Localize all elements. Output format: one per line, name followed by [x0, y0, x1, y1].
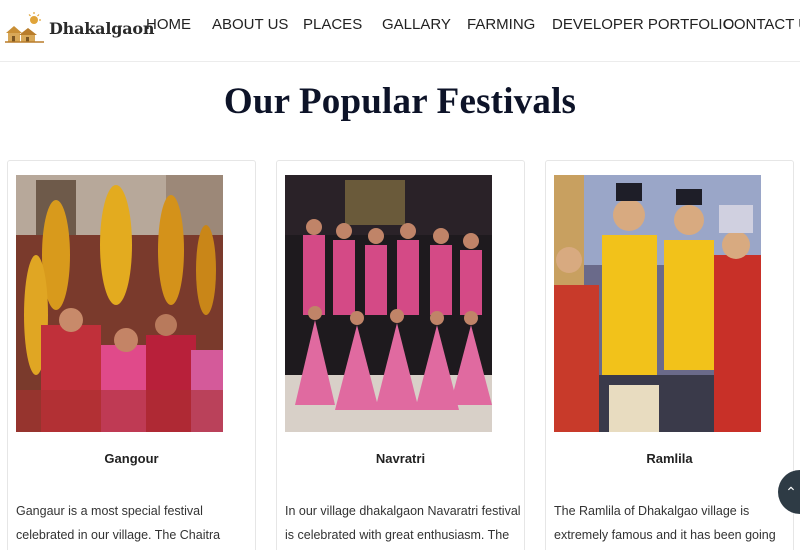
card-text: The Ramlila of Dhakalgao village is extr… [554, 504, 776, 542]
nav-about-us[interactable]: ABOUT US [212, 16, 288, 33]
nav-places[interactable]: PLACES [303, 16, 362, 33]
navbar: Dhakalgaon HOME ABOUT US PLACES GALLARY … [0, 0, 800, 62]
brand[interactable]: Dhakalgaon [4, 8, 154, 48]
nav-developer-portfolio[interactable]: DEVELOPER PORTFOLIO [552, 16, 734, 33]
card-text: In our village dhakalgaon Navaratri fest… [285, 504, 521, 542]
festival-card-ramlila[interactable]: Ramlila The Ramlila of Dhakalgao village… [545, 160, 794, 550]
chevron-up-icon: ⌃ [785, 483, 797, 500]
village-logo-icon [5, 12, 44, 43]
nav-home[interactable]: HOME [146, 16, 191, 33]
card-title: Gangour [104, 451, 159, 466]
brand-name: Dhakalgaon [49, 18, 155, 38]
festival-card-gangour[interactable]: Gangour Gangaur is a most special festiv… [7, 160, 256, 550]
section-title: Our Popular Festivals [223, 81, 577, 122]
nav-farming[interactable]: FARMING [467, 16, 535, 33]
ramlila-photo [554, 175, 761, 432]
festival-card-navratri[interactable]: Navratri In our village dhakalgaon Navar… [276, 160, 525, 550]
gangour-photo [16, 175, 223, 432]
nav-gallery[interactable]: GALLARY [382, 16, 451, 33]
card-title: Navratri [375, 451, 426, 466]
nav-contact-us[interactable]: CONTACT US [723, 16, 800, 33]
card-title: Ramlila [646, 451, 693, 466]
navratri-photo [285, 175, 492, 432]
card-text: Gangaur is a most special festival celeb… [16, 504, 221, 542]
